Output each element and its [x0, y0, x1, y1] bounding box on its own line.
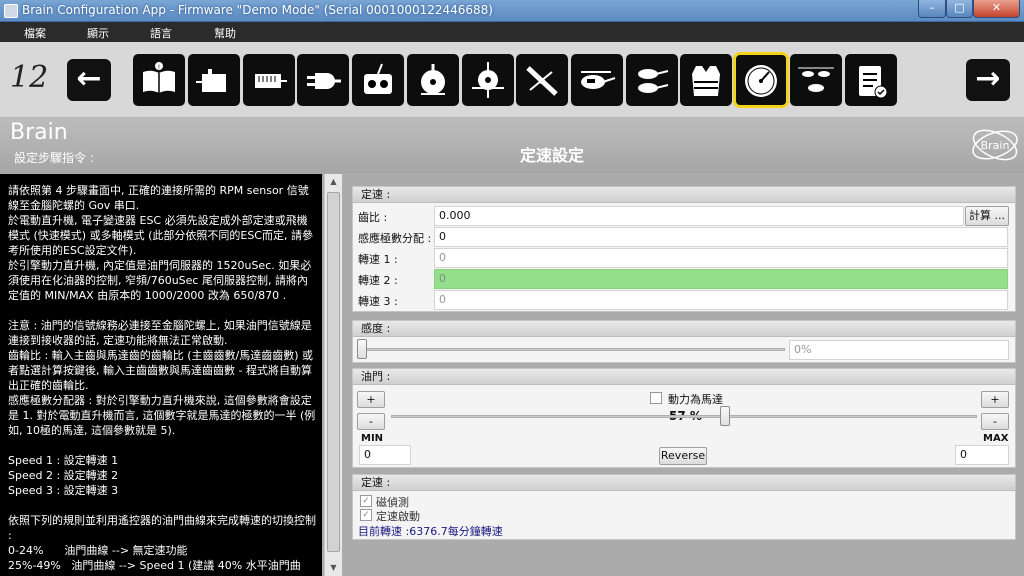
transmitter-icon[interactable]: [352, 54, 404, 106]
status-panel-header: 定速 :: [353, 475, 1015, 491]
swashplate-icon[interactable]: [407, 54, 459, 106]
forward-button[interactable]: →: [966, 59, 1010, 101]
max-value-input[interactable]: 0: [955, 445, 1009, 465]
min-value-input[interactable]: 0: [359, 445, 411, 465]
speed2-input[interactable]: 0: [434, 269, 1008, 289]
sensitivity-panel-header: 感度 :: [353, 321, 1015, 337]
magnetic-detect-checkbox[interactable]: ✓: [360, 495, 372, 507]
menu-bar: 檔案 顯示 語言 幫助: [0, 22, 1024, 42]
app-icon: [4, 4, 18, 18]
toolbar: 12 ← ! →: [0, 42, 1024, 118]
motor-checkbox[interactable]: [650, 392, 662, 404]
vest-icon[interactable]: [680, 54, 732, 106]
manual-icon[interactable]: !: [133, 54, 185, 106]
maximize-button[interactable]: □: [946, 0, 973, 18]
speed1-input[interactable]: 0: [434, 248, 1008, 268]
instruction-text: [8, 498, 316, 513]
governor-panel-header: 定速 :: [353, 187, 1015, 203]
instruction-text: 於電動直升機, 電子變速器 ESC 必須先設定成外部定速或飛機模式 (快速模式)…: [8, 214, 313, 257]
plug-icon[interactable]: [297, 54, 349, 106]
instruction-text: 依照下列的規則並利用遙控器的油門曲線來完成轉速的切換控制 :: [8, 514, 320, 542]
throttle-panel: 油門 : + - + - 動力為馬達 57 % MIN MAX 0 Revers…: [352, 368, 1016, 468]
menu-view[interactable]: 顯示: [87, 25, 109, 41]
instructions-scrollbar[interactable]: ▲ ▼: [324, 174, 342, 576]
title-bar: Brain Configuration App - Firmware "Demo…: [0, 0, 1024, 22]
min-minus-button[interactable]: -: [357, 413, 385, 430]
instructions-panel: 請依照第 4 步驟畫面中, 正確的連接所需的 RPM sensor 信號線至金腦…: [0, 174, 322, 576]
instruction-text: [8, 303, 316, 318]
max-plus-button[interactable]: +: [981, 391, 1009, 408]
instruction-text: 25%-49% 油門曲線 --> Speed 1 (建議 40% 水平油門曲: [8, 559, 301, 572]
calculate-button[interactable]: 計算 ...: [965, 206, 1009, 226]
max-label: MAX: [983, 433, 1009, 444]
helicopter-icon[interactable]: [571, 54, 623, 106]
sensitivity-slider-track[interactable]: [361, 348, 785, 351]
back-button[interactable]: ←: [67, 59, 111, 101]
helicopter-stabilized-icon[interactable]: [626, 54, 678, 106]
pole-divider-label: 感應極數分配 :: [358, 232, 432, 245]
receiver-icon[interactable]: [243, 54, 295, 106]
close-button[interactable]: ✕: [973, 0, 1020, 18]
min-label: MIN: [361, 433, 384, 444]
sensitivity-slider-thumb[interactable]: [357, 339, 367, 359]
instruction-text: 請依照第 4 步驟畫面中, 正確的連接所需的 RPM sensor 信號線至金腦…: [8, 184, 309, 212]
governor-status-panel: 定速 : ✓ 磁偵測 ✓ 定速啟動 目前轉速 :6376.7每分鐘轉速: [352, 474, 1016, 540]
menu-help[interactable]: 幫助: [214, 25, 236, 41]
instruction-text: Speed 2 : 設定轉速 2: [8, 469, 119, 482]
page-title: 定速設定: [519, 146, 584, 165]
menu-language[interactable]: 語言: [150, 25, 172, 41]
brain-logo-icon: Brain: [972, 129, 1018, 161]
tail-rotor-icon[interactable]: [516, 54, 568, 106]
current-rpm-text: 目前轉速 :6376.7每分鐘轉速: [358, 525, 503, 538]
scroll-up-icon[interactable]: ▲: [325, 174, 342, 190]
instruction-text: [8, 438, 316, 453]
instruction-text: Speed 1 : 設定轉速 1: [8, 454, 119, 467]
sensitivity-value: 0%: [789, 340, 1009, 360]
instruction-text: 於引擎動力直升機, 內定值是油門伺服器的 1520uSec. 如果必須使用在化油…: [8, 259, 312, 302]
scroll-down-icon[interactable]: ▼: [325, 560, 342, 576]
svg-text:Brain: Brain: [981, 139, 1010, 152]
throttle-panel-header: 油門 :: [353, 369, 1015, 385]
throttle-slider-track[interactable]: [391, 415, 977, 418]
page-header: Brain 設定步驟指令 : 定速設定 Brain: [0, 118, 1024, 173]
instruction-text: 齒輪比 : 輸入主齒與馬達齒的齒輪比 (主齒齒數/馬達齒齒數) 或者點選計算按鍵…: [8, 349, 313, 392]
instruction-text: Speed 3 : 設定轉速 3: [8, 484, 119, 497]
speed3-label: 轉速 3 :: [358, 295, 398, 308]
throttle-slider-thumb[interactable]: [720, 406, 731, 426]
motor-checkbox-label: 動力為馬達: [668, 393, 723, 406]
instruction-text: 感應極數分配器 : 對於引擎動力直升機來說, 這個參數將會設定是 1. 對於電動…: [8, 394, 316, 437]
gear-ratio-input[interactable]: 0.000: [434, 206, 964, 226]
speed1-label: 轉速 1 :: [358, 253, 398, 266]
instruction-text: 0-24% 油門曲線 --> 無定速功能: [8, 544, 188, 557]
svg-text:!: !: [158, 64, 160, 71]
rotor-head-icon[interactable]: [462, 54, 514, 106]
speed2-label: 轉速 2 :: [358, 274, 398, 287]
window-title: Brain Configuration App - Firmware "Demo…: [22, 3, 493, 17]
step-number: 12: [10, 60, 49, 95]
gear-ratio-label: 齒比 :: [358, 211, 388, 224]
control-box-icon[interactable]: [188, 54, 240, 106]
checklist-icon[interactable]: [845, 54, 897, 106]
sensitivity-panel: 感度 : 0%: [352, 320, 1016, 363]
governor-panel: 定速 : 齒比 : 0.000 計算 ... 感應極數分配 : 0 轉速 1 :…: [352, 186, 1016, 312]
reverse-button[interactable]: Reverse: [659, 447, 707, 465]
speedometer-icon[interactable]: [733, 52, 789, 108]
helicopters-flight-icon[interactable]: [790, 54, 842, 106]
pole-divider-input[interactable]: 0: [434, 227, 1008, 247]
governor-start-label: 定速啟動: [376, 510, 420, 523]
governor-start-checkbox[interactable]: ✓: [360, 509, 372, 521]
instruction-text: 注意 : 油門的信號線務必連接至金腦陀螺上, 如果油門信號線是連接到接收器的話,…: [8, 319, 312, 347]
menu-file[interactable]: 檔案: [24, 25, 46, 41]
scrollbar-thumb[interactable]: [327, 192, 340, 552]
max-minus-button[interactable]: -: [981, 413, 1009, 430]
minimize-button[interactable]: –: [918, 0, 946, 18]
speed3-input[interactable]: 0: [434, 290, 1008, 310]
min-plus-button[interactable]: +: [357, 391, 385, 408]
